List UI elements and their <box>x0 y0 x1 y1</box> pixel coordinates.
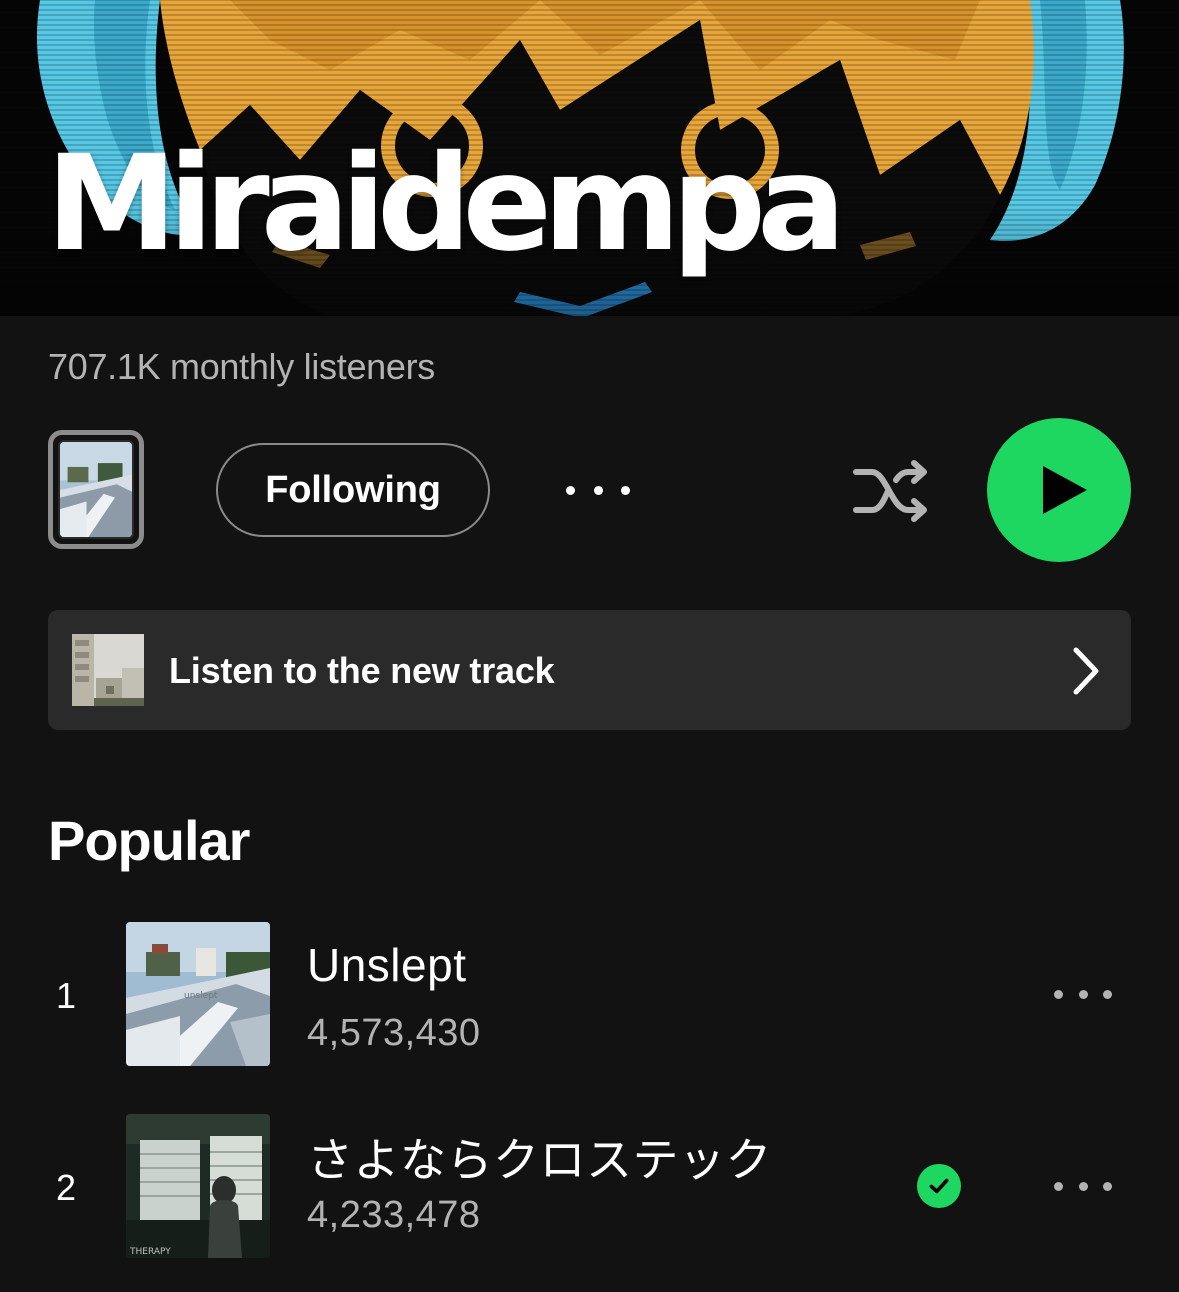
following-button[interactable]: Following <box>216 443 490 537</box>
release-cover-image <box>58 440 134 539</box>
track-title: さよならクロステック <box>307 1134 772 1186</box>
track-play-count: 4,573,430 <box>307 1012 481 1054</box>
shuffle-icon[interactable] <box>852 458 932 524</box>
track-row[interactable]: 1 unslept Unslept 4,573,430 <box>0 922 1179 1068</box>
cover-title: unslept <box>184 991 218 1001</box>
track-cover-image: THERAPY <box>126 1114 270 1258</box>
chevron-right-icon <box>1070 646 1102 696</box>
cover-title: THERAPY <box>129 1247 171 1257</box>
track-more-icon[interactable] <box>1054 984 1112 1004</box>
dot <box>1054 1181 1063 1191</box>
dot <box>1103 1181 1112 1191</box>
track-title: Unslept <box>307 939 467 991</box>
track-rank: 2 <box>56 1167 77 1208</box>
track-row[interactable]: 2 THERAPY さよならクロステック 4,233,478 <box>0 1114 1179 1260</box>
track-more-icon[interactable] <box>1054 1176 1112 1196</box>
artist-pick-thumbnail[interactable] <box>48 430 144 549</box>
new-track-label: Listen to the new track <box>169 650 555 691</box>
dot <box>1078 989 1088 999</box>
new-release-card[interactable]: Listen to the new track <box>48 610 1131 730</box>
dot <box>1103 989 1112 999</box>
artist-page: Miraidempa 707.1K monthly listeners Foll… <box>0 0 1179 1292</box>
saved-check-icon[interactable] <box>917 1164 961 1208</box>
track-play-count: 4,233,478 <box>307 1194 481 1236</box>
dot <box>593 485 603 495</box>
dot <box>1054 989 1063 999</box>
more-horizontal-icon[interactable] <box>566 474 630 506</box>
monthly-listeners: 707.1K monthly listeners <box>48 346 436 387</box>
track-rank: 1 <box>56 975 77 1016</box>
dot <box>566 485 575 495</box>
play-button[interactable] <box>987 418 1131 562</box>
dot <box>1078 1181 1088 1191</box>
popular-heading: Popular <box>48 809 250 872</box>
play-icon <box>1043 466 1087 514</box>
artist-header-image: Miraidempa <box>0 0 1179 316</box>
new-track-cover-image <box>72 634 144 706</box>
artist-name: Miraidempa <box>46 127 846 281</box>
track-cover-image: unslept <box>126 922 270 1066</box>
dot <box>621 485 630 495</box>
